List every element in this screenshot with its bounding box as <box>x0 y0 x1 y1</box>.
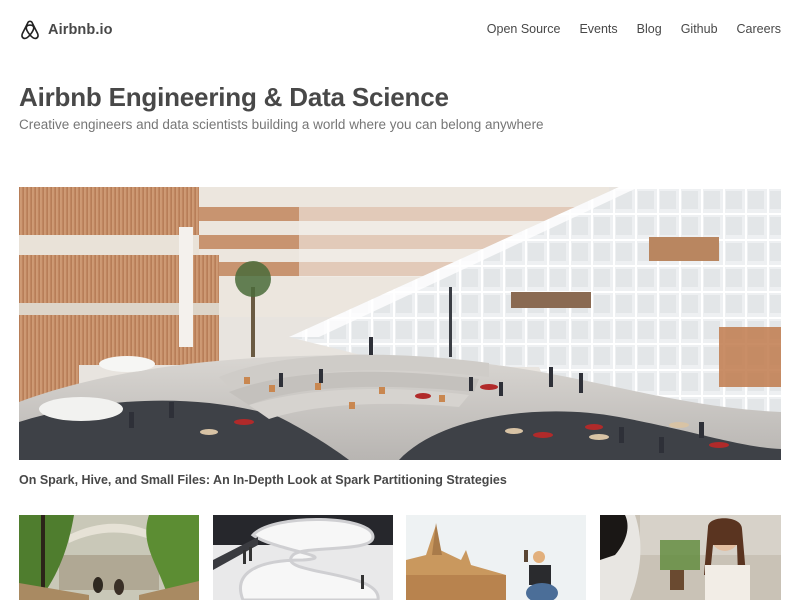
post-thumbnail-3[interactable] <box>406 515 586 600</box>
main-nav: Open Source Events Blog Github Careers <box>487 22 781 36</box>
post-thumbnail-2[interactable] <box>213 515 393 600</box>
nav-open-source[interactable]: Open Source <box>487 22 561 36</box>
nav-careers[interactable]: Careers <box>737 22 781 36</box>
logo-link[interactable]: Airbnb.io <box>20 19 113 41</box>
post-thumbnail-1[interactable] <box>19 515 199 600</box>
page-title: Airbnb Engineering & Data Science <box>19 82 449 112</box>
post-thumbnail-4[interactable] <box>600 515 781 600</box>
page-subtitle: Creative engineers and data scientists b… <box>19 117 544 132</box>
featured-post-image[interactable] <box>19 187 781 460</box>
logo-text: Airbnb.io <box>48 22 113 38</box>
site-header: Airbnb.io Open Source Events Blog Github… <box>0 0 800 60</box>
nav-events[interactable]: Events <box>579 22 617 36</box>
airbnb-belo-icon <box>20 19 40 41</box>
nav-github[interactable]: Github <box>681 22 718 36</box>
featured-post-title[interactable]: On Spark, Hive, and Small Files: An In-D… <box>19 473 507 487</box>
nav-blog[interactable]: Blog <box>637 22 662 36</box>
